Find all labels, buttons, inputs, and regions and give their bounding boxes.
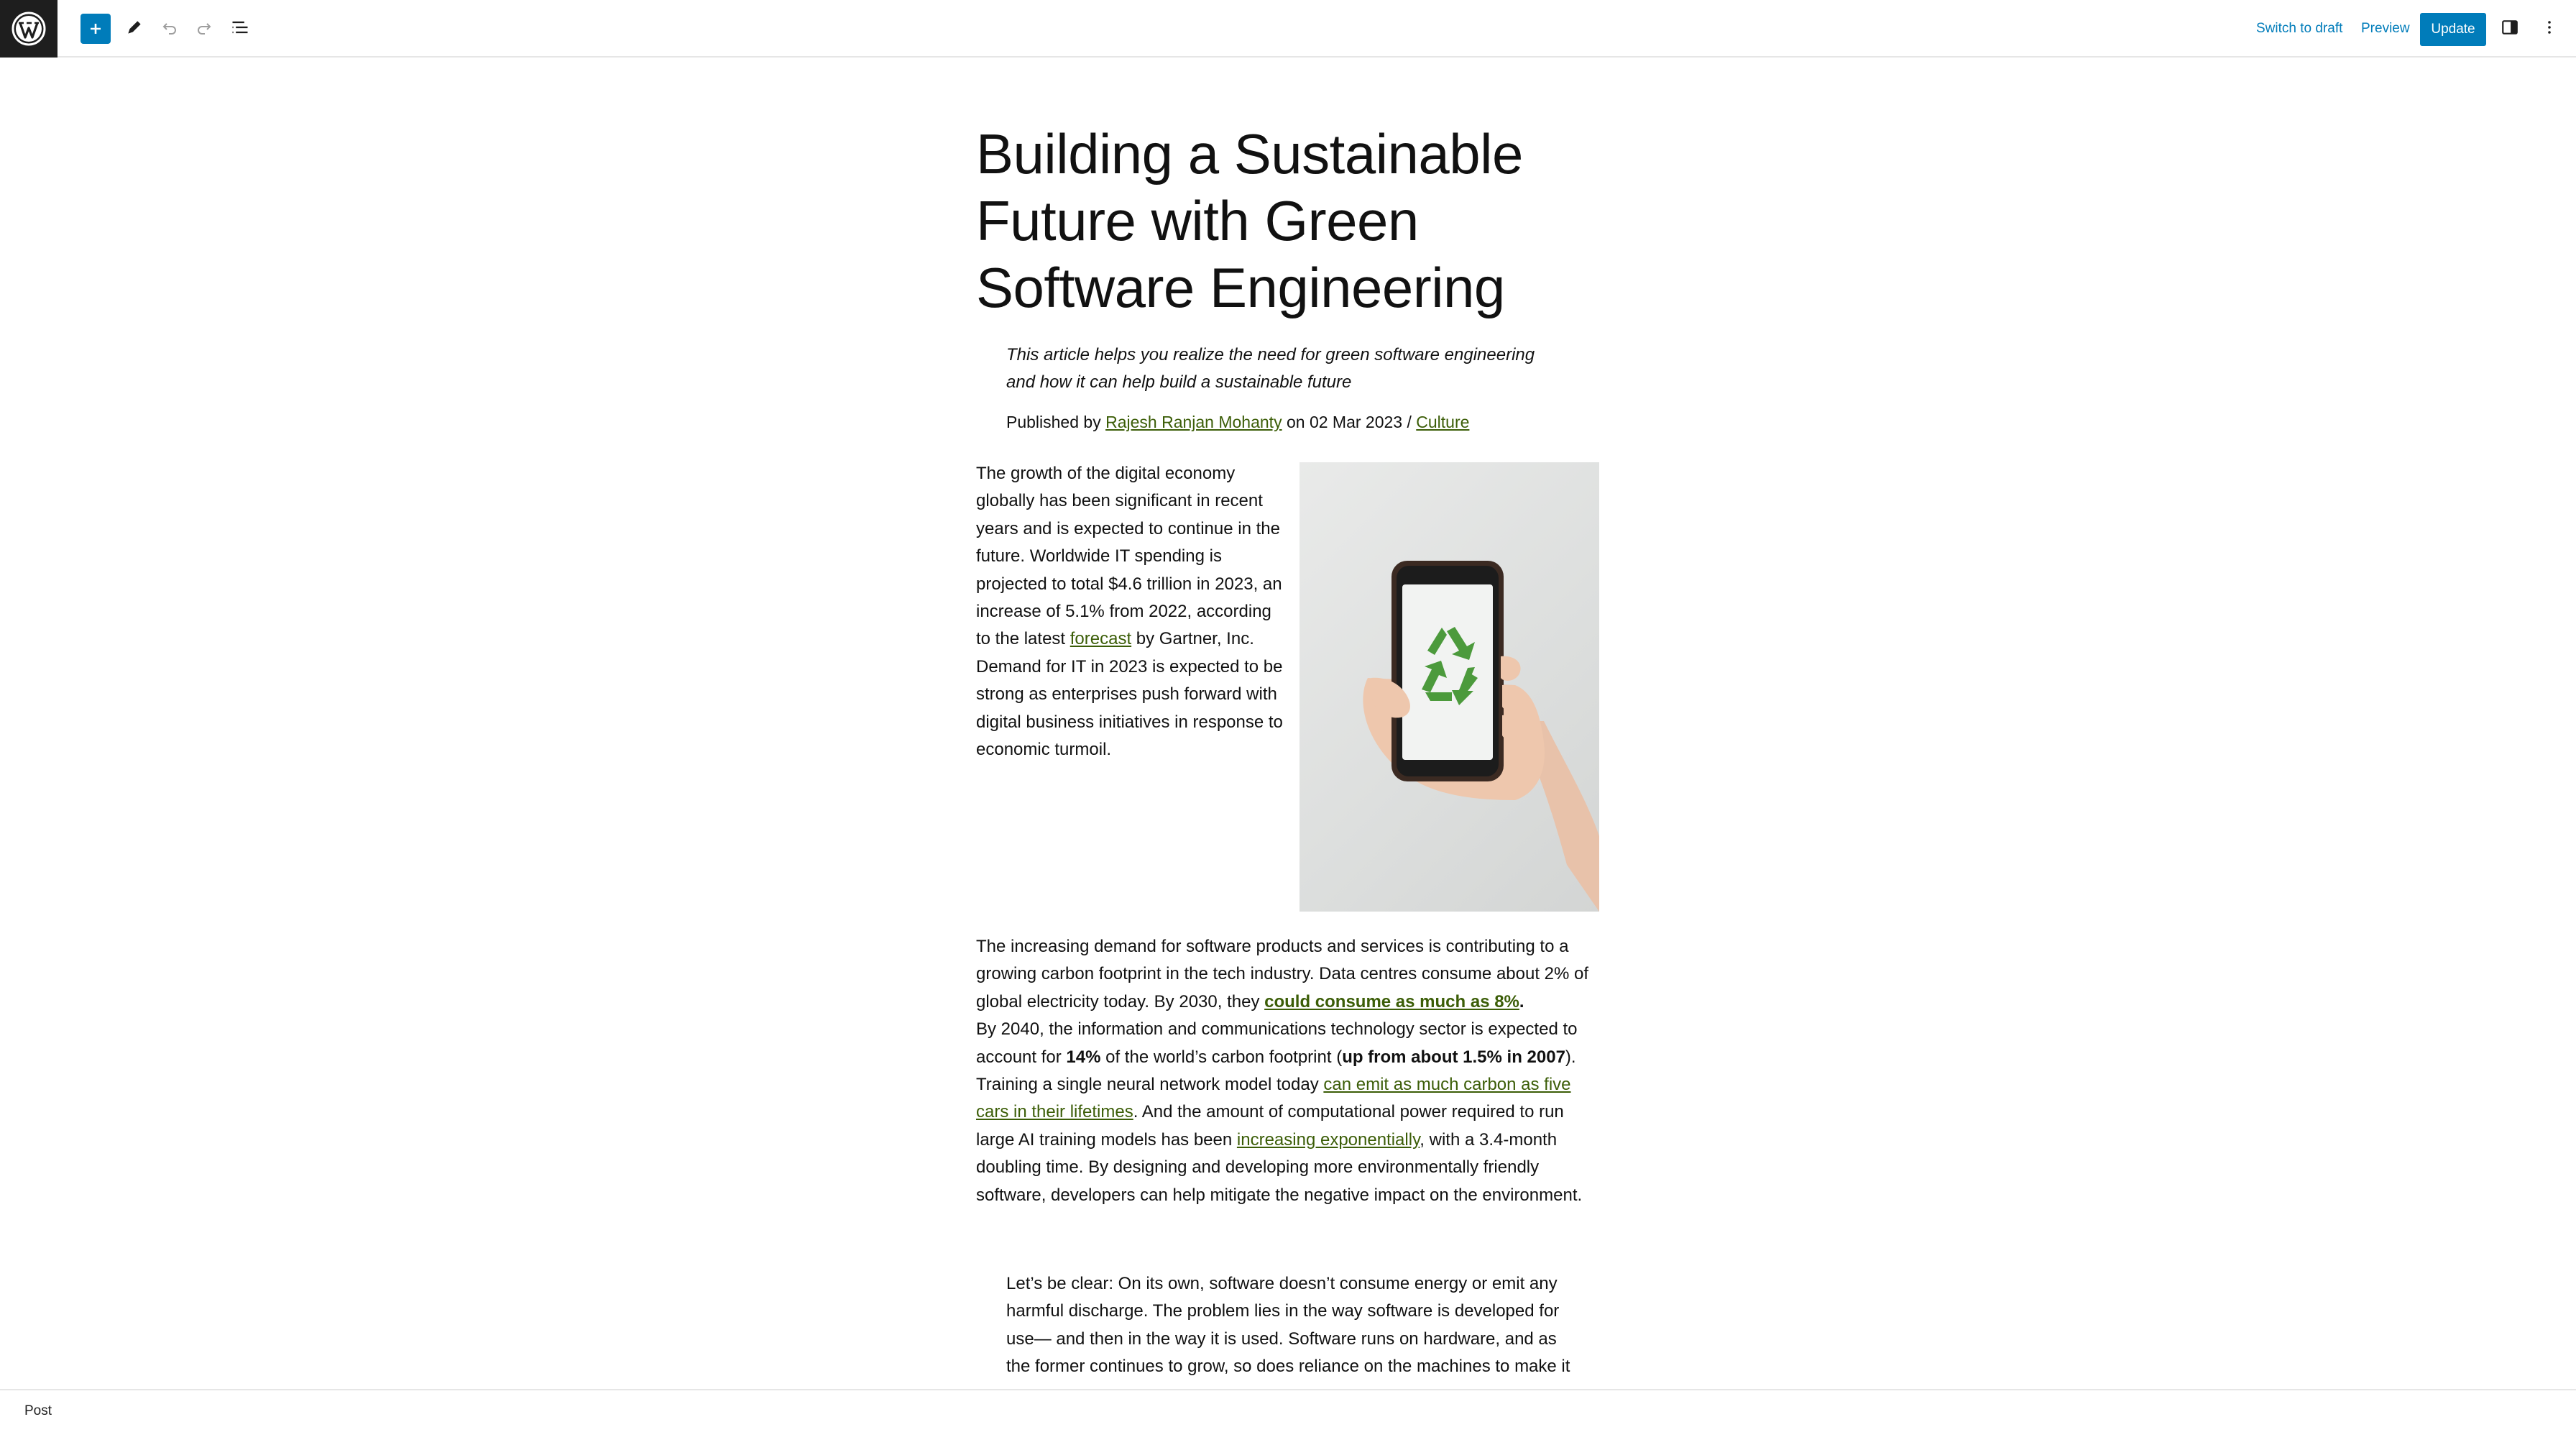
update-button[interactable]: Update	[2420, 13, 2486, 46]
paragraph-intro[interactable]: The growth of the digital economy global…	[976, 460, 1285, 763]
editor-header: Switch to draft Preview Update	[0, 0, 2576, 58]
breadcrumb-post[interactable]: Post	[24, 1403, 52, 1419]
byline-prefix: Published by	[1006, 413, 1106, 431]
post-subtitle[interactable]: This article helps you realize the need …	[1006, 341, 1567, 396]
undo-button[interactable]	[154, 12, 185, 43]
settings-button[interactable]	[2494, 12, 2526, 43]
consume-8-percent-link[interactable]: could consume as much as 8%	[1264, 992, 1519, 1012]
demand-bold-2007: up from about 1.5% in 2007	[1342, 1047, 1565, 1067]
intro-text-2: by Gartner, Inc. Demand for IT in 2023 i…	[976, 629, 1283, 760]
pencil-icon	[128, 21, 141, 34]
author-link[interactable]: Rajesh Ranjan Mohanty	[1105, 413, 1282, 431]
redo-button[interactable]	[188, 12, 220, 43]
intro-text-1: The growth of the digital economy global…	[976, 464, 1282, 649]
category-link[interactable]: Culture	[1416, 413, 1469, 431]
demand-text-4: of the world’s carbon footprint (	[1100, 1047, 1343, 1067]
preview-button[interactable]: Preview	[2361, 17, 2410, 40]
forecast-link[interactable]: forecast	[1070, 629, 1131, 648]
paragraph-quote[interactable]: Let’s be clear: On its own, software doe…	[1006, 1270, 1574, 1408]
add-block-button[interactable]	[80, 14, 111, 44]
options-button[interactable]	[2534, 12, 2565, 43]
demand-bold-14: 14%	[1066, 1047, 1101, 1067]
byline-date: on 02 Mar 2023 /	[1282, 413, 1417, 431]
sidebar-toggle-icon	[2502, 20, 2518, 35]
block-breadcrumb-bar: Post	[0, 1389, 2576, 1445]
post-image[interactable]	[1300, 462, 1599, 912]
switch-to-draft-button[interactable]: Switch to draft	[2256, 17, 2342, 40]
hand-holding-phone-recycle-icon	[1363, 561, 1599, 912]
demand-period: .	[1519, 991, 1524, 1012]
post-title[interactable]: Building a Sustainable Future with Green…	[976, 121, 1565, 321]
post-byline[interactable]: Published by Rajesh Ranjan Mohanty on 02…	[1006, 411, 1567, 433]
paragraph-demand[interactable]: The increasing demand for software produ…	[976, 933, 1594, 1209]
tools-button[interactable]	[119, 12, 150, 43]
list-view-icon	[232, 21, 248, 34]
plus-icon	[91, 24, 101, 34]
editor-canvas: Building a Sustainable Future with Green…	[0, 58, 2576, 1404]
more-vertical-icon	[2548, 21, 2551, 34]
increasing-exponentially-link[interactable]: increasing exponentially	[1237, 1130, 1420, 1150]
redo-icon	[198, 23, 211, 35]
document-overview-button[interactable]	[224, 12, 256, 43]
undo-icon	[162, 23, 176, 35]
wordpress-icon[interactable]	[0, 0, 58, 58]
